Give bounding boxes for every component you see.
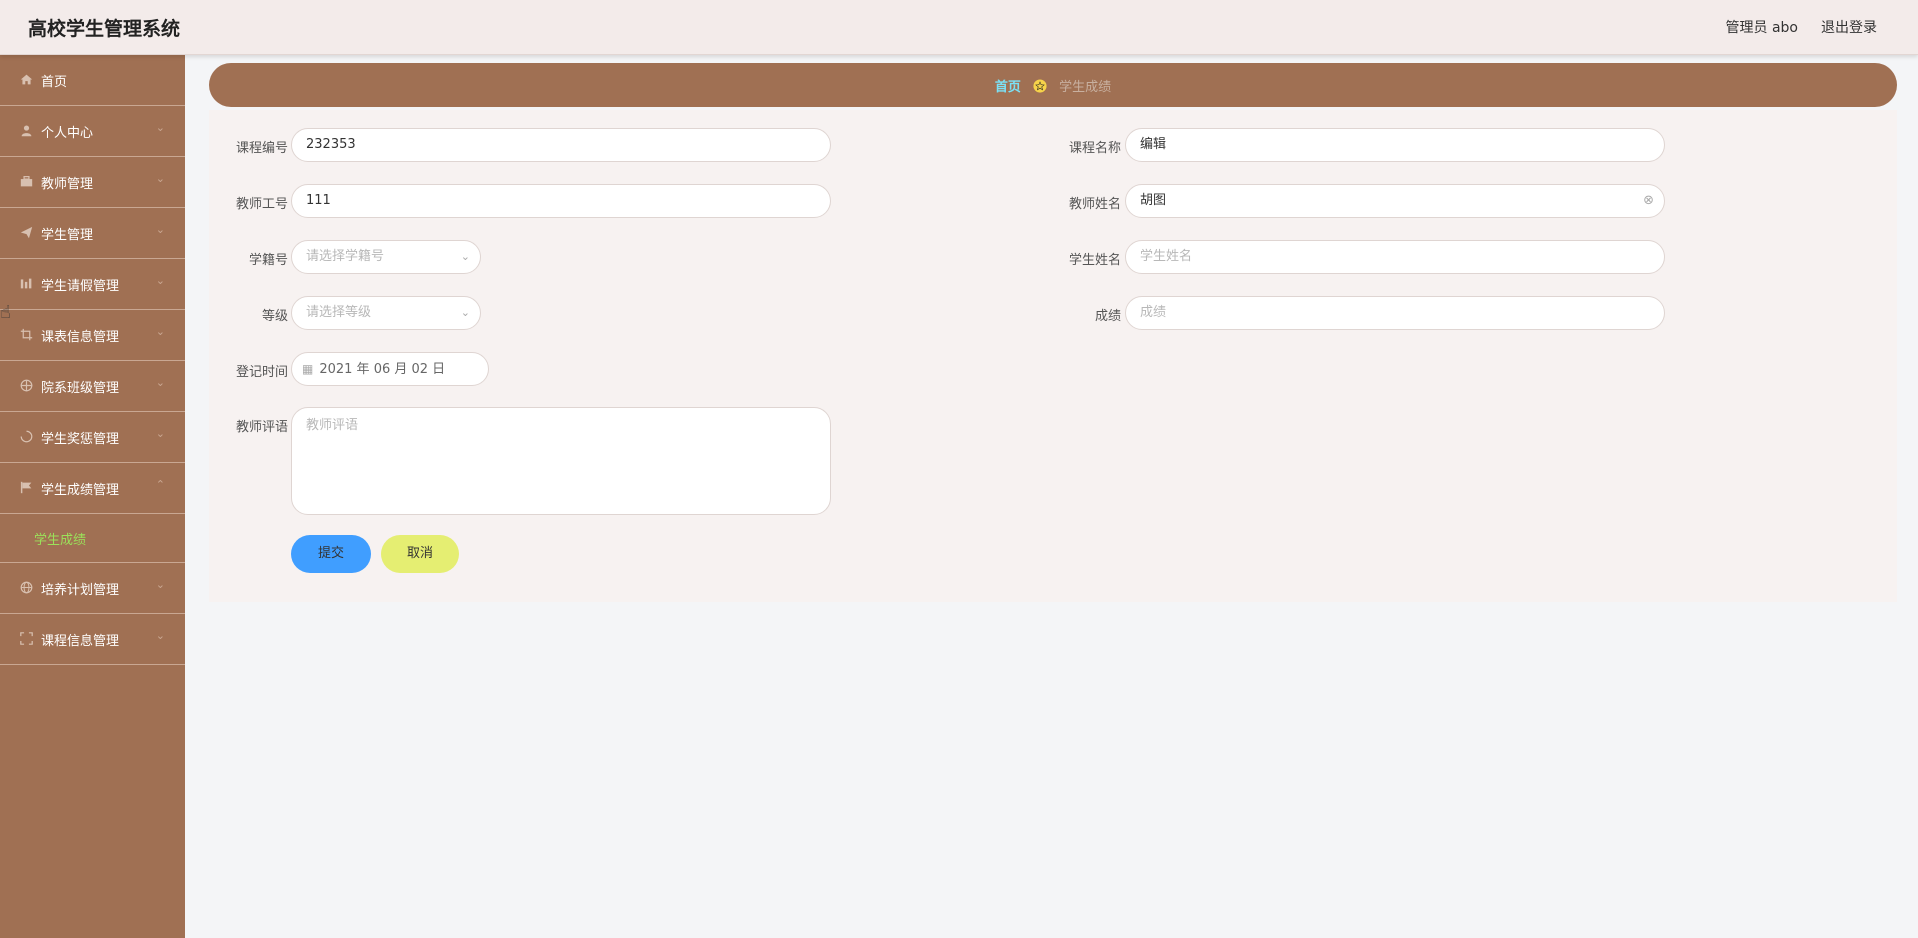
hand-cursor-icon: ☝ [0, 302, 11, 323]
breadcrumb-home[interactable]: 首页 [995, 80, 1021, 95]
chevron-down-icon: ⌄ [155, 325, 165, 338]
sidebar-item-training-plan[interactable]: 培养计划管理 ⌄ [0, 563, 185, 614]
course-name-input[interactable]: 编辑 [1125, 128, 1665, 162]
course-no-value: 232353 [306, 137, 356, 152]
submit-button[interactable]: 提交 [291, 535, 371, 573]
sidebar: 首页 个人中心 ⌄ 教师管理 ⌄ 学生管理 ⌄ 学生请假管理 ⌄ 课表信息管理 … [0, 55, 185, 938]
sidebar-item-label: 院系班级管理 [41, 381, 120, 396]
calendar-icon: ▦ [302, 362, 314, 376]
chevron-down-icon: ⌄ [155, 376, 165, 389]
sidebar-item-label: 培养计划管理 [41, 583, 120, 598]
teacher-name-label: 教师姓名 [1068, 197, 1121, 212]
sidebar-subitem-student-grades[interactable]: 学生成绩 [0, 514, 185, 563]
logout-link[interactable]: 退出登录 [1821, 17, 1877, 37]
sidebar-item-label: 教师管理 [41, 177, 94, 192]
cancel-button[interactable]: 取消 [381, 535, 459, 573]
teacher-name-input[interactable]: 胡图 ⊗ [1125, 184, 1665, 218]
chevron-down-icon: ⌄ [155, 172, 165, 185]
grade-level-label: 等级 [261, 309, 288, 324]
globe-icon [19, 581, 33, 595]
top-header: 高校学生管理系统 管理员 abo 退出登录 [0, 0, 1918, 55]
student-no-placeholder: 请选择学籍号 [306, 249, 385, 264]
sidebar-item-leave[interactable]: 学生请假管理 ⌄ [0, 259, 185, 310]
chevron-down-icon: ⌄ [155, 274, 165, 287]
student-no-select[interactable]: 请选择学籍号 ⌄ [291, 240, 481, 274]
student-no-label: 学籍号 [248, 253, 288, 268]
user-icon [19, 124, 33, 138]
course-no-input[interactable]: 232353 [291, 128, 831, 162]
current-user: 管理员 abo [1725, 20, 1798, 36]
chevron-down-icon: ⌄ [155, 121, 165, 134]
sidebar-item-label: 学生管理 [41, 228, 94, 243]
student-name-label: 学生姓名 [1068, 253, 1121, 268]
comment-textarea[interactable]: 教师评语 [291, 407, 831, 515]
chevron-down-icon: ⌄ [460, 250, 470, 263]
student-name-placeholder: 学生姓名 [1140, 249, 1193, 264]
sidebar-item-departments[interactable]: 院系班级管理 ⌄ [0, 361, 185, 412]
grade-level-placeholder: 请选择等级 [306, 305, 372, 320]
grade-level-select[interactable]: 请选择等级 ⌄ [291, 296, 481, 330]
teacher-id-input[interactable]: 111 [291, 184, 831, 218]
reg-time-label: 登记时间 [235, 365, 288, 380]
app-title: 高校学生管理系统 [28, 18, 181, 40]
fullscreen-icon [19, 632, 33, 646]
reg-time-picker[interactable]: ▦ 2021 年 06 月 02 日 [291, 352, 489, 386]
comment-label: 教师评语 [235, 420, 288, 435]
course-name-value: 编辑 [1140, 137, 1167, 152]
breadcrumb: 首页 学生成绩 [209, 63, 1897, 107]
sidebar-item-timetable[interactable]: 课表信息管理 ⌄ [0, 310, 185, 361]
sidebar-subitem-label: 学生成绩 [34, 533, 87, 548]
score-label: 成绩 [1094, 309, 1121, 324]
sidebar-item-profile[interactable]: 个人中心 ⌄ [0, 106, 185, 157]
sidebar-item-label: 学生成绩管理 [41, 483, 120, 498]
sidebar-item-grades[interactable]: 学生成绩管理 ⌃ [0, 463, 185, 514]
sidebar-item-courses[interactable]: 课程信息管理 ⌄ [0, 614, 185, 665]
comment-placeholder: 教师评语 [306, 418, 359, 433]
sidebar-item-teachers[interactable]: 教师管理 ⌄ [0, 157, 185, 208]
course-name-label: 课程名称 [1068, 141, 1121, 156]
score-placeholder: 成绩 [1140, 305, 1167, 320]
sidebar-item-students[interactable]: 学生管理 ⌄ [0, 208, 185, 259]
chevron-down-icon: ⌄ [460, 306, 470, 319]
breadcrumb-current: 学生成绩 [1059, 80, 1112, 95]
chevron-down-icon: ⌄ [155, 578, 165, 591]
chevron-down-icon: ⌄ [155, 629, 165, 642]
sidebar-item-label: 个人中心 [41, 126, 94, 141]
star-icon [1033, 79, 1047, 93]
crop-icon [19, 328, 33, 342]
score-input[interactable]: 成绩 [1125, 296, 1665, 330]
chevron-down-icon: ⌄ [155, 223, 165, 236]
chevron-down-icon: ⌄ [155, 427, 165, 440]
clear-icon[interactable]: ⊗ [1643, 185, 1654, 217]
teacher-name-value: 胡图 [1140, 193, 1167, 208]
briefcase-icon [19, 175, 33, 189]
chevron-up-icon: ⌃ [155, 478, 165, 491]
sidebar-item-label: 首页 [41, 75, 68, 90]
chart-icon [19, 277, 33, 291]
flag-icon [19, 481, 33, 495]
loading-icon [19, 430, 33, 444]
send-icon [19, 226, 33, 240]
reg-time-value: 2021 年 06 月 02 日 [319, 362, 446, 377]
teacher-id-label: 教师工号 [235, 197, 288, 212]
sidebar-item-label: 学生请假管理 [41, 279, 120, 294]
form-panel: 课程编号 232353 课程名称 编辑 教师工号 111 教师姓名 胡图 ⊗ 学… [209, 110, 1897, 602]
sidebar-item-rewards[interactable]: 学生奖惩管理 ⌄ [0, 412, 185, 463]
sidebar-item-label: 课程信息管理 [41, 634, 120, 649]
sidebar-item-label: 课表信息管理 [41, 330, 120, 345]
target-icon [19, 379, 33, 393]
course-no-label: 课程编号 [235, 141, 288, 156]
teacher-id-value: 111 [306, 193, 331, 208]
student-name-input[interactable]: 学生姓名 [1125, 240, 1665, 274]
sidebar-item-label: 学生奖惩管理 [41, 432, 120, 447]
home-icon [19, 73, 33, 87]
sidebar-item-home[interactable]: 首页 [0, 55, 185, 106]
